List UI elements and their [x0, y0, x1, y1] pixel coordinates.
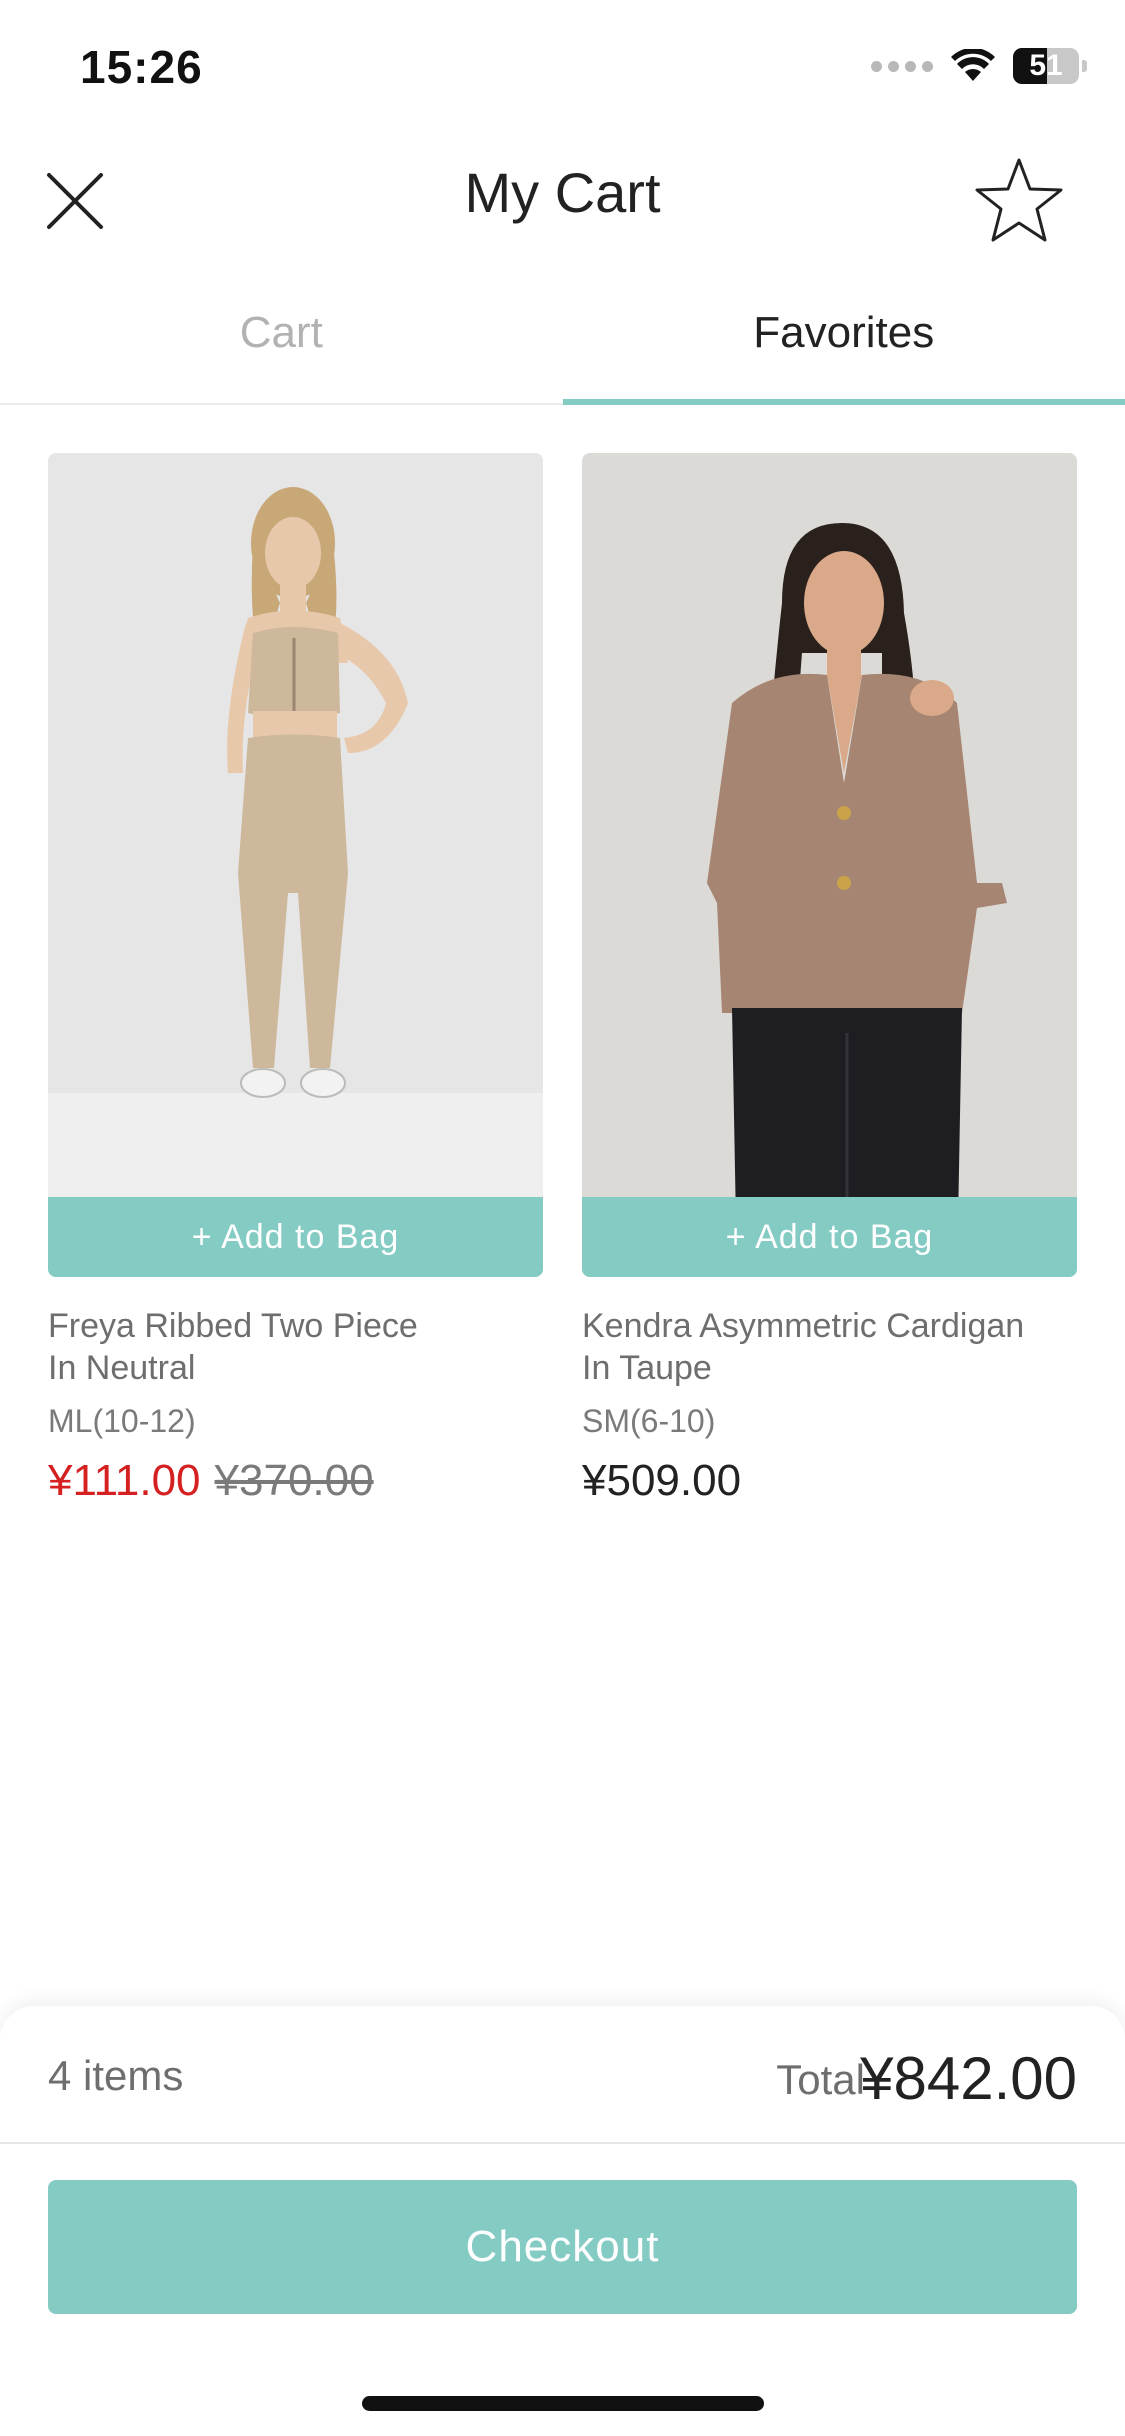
product-name-line1: Freya Ribbed Two Piece	[48, 1307, 418, 1345]
product-photo	[582, 453, 1077, 1277]
status-time: 15:26	[80, 41, 203, 93]
product-price: ¥509.00	[582, 1456, 1077, 1506]
battery-level: 51	[1029, 49, 1063, 82]
summary-row: 4 items Total ¥842.00	[0, 2006, 1125, 2144]
tab-favorites[interactable]: Favorites	[562, 290, 1125, 405]
favorite-button[interactable]	[969, 150, 1069, 250]
header: My Cart	[0, 140, 1125, 260]
favorites-grid: + Add to Bag Freya Ribbed Two Piece In N…	[48, 453, 1078, 1506]
product-size: SM(6-10)	[582, 1403, 716, 1439]
product-size: ML(10-12)	[48, 1403, 196, 1439]
product-card[interactable]: + Add to Bag Freya Ribbed Two Piece In N…	[48, 453, 543, 1506]
add-to-bag-button[interactable]: + Add to Bag	[582, 1197, 1077, 1277]
total-amount: ¥842.00	[860, 2045, 1077, 2112]
product-name-line1: Kendra Asymmetric Cardigan	[582, 1307, 1025, 1345]
product-image[interactable]: + Add to Bag	[48, 453, 543, 1277]
price: ¥509.00	[582, 1456, 742, 1505]
product-photo	[48, 453, 543, 1277]
tab-cart[interactable]: Cart	[0, 290, 563, 403]
status-bar: 15:26 51	[0, 0, 1125, 140]
product-name[interactable]: Freya Ribbed Two Piece In Neutral	[48, 1305, 543, 1389]
star-icon	[975, 158, 1063, 242]
product-name[interactable]: Kendra Asymmetric Cardigan In Taupe	[582, 1305, 1077, 1389]
cart-screen: 15:26 51 My Cart Cart Favorites + Add to…	[0, 0, 1125, 2436]
product-card[interactable]: + Add to Bag Kendra Asymmetric Cardigan …	[582, 453, 1077, 1506]
cart-summary: 4 items Total ¥842.00 Checkout	[0, 2006, 1125, 2436]
page-title: My Cart	[464, 161, 661, 224]
checkout-button[interactable]: Checkout	[48, 2180, 1077, 2314]
total-label: Total	[776, 2056, 865, 2103]
sale-price: ¥111.00	[48, 1456, 201, 1505]
signal-dots-icon	[871, 60, 933, 72]
home-indicator[interactable]	[362, 2396, 764, 2411]
product-name-line2: In Taupe	[582, 1349, 712, 1387]
status-icons: 51	[871, 48, 1087, 84]
add-to-bag-button[interactable]: + Add to Bag	[48, 1197, 543, 1277]
product-price: ¥111.00 ¥370.00	[48, 1456, 543, 1506]
product-name-line2: In Neutral	[48, 1349, 196, 1387]
product-image[interactable]: + Add to Bag	[582, 453, 1077, 1277]
battery-icon: 51	[1013, 48, 1087, 84]
items-count: 4 items	[48, 2052, 184, 2099]
tab-bar: Cart Favorites	[0, 290, 1125, 405]
wifi-icon	[951, 49, 995, 81]
original-price: ¥370.00	[214, 1456, 374, 1505]
